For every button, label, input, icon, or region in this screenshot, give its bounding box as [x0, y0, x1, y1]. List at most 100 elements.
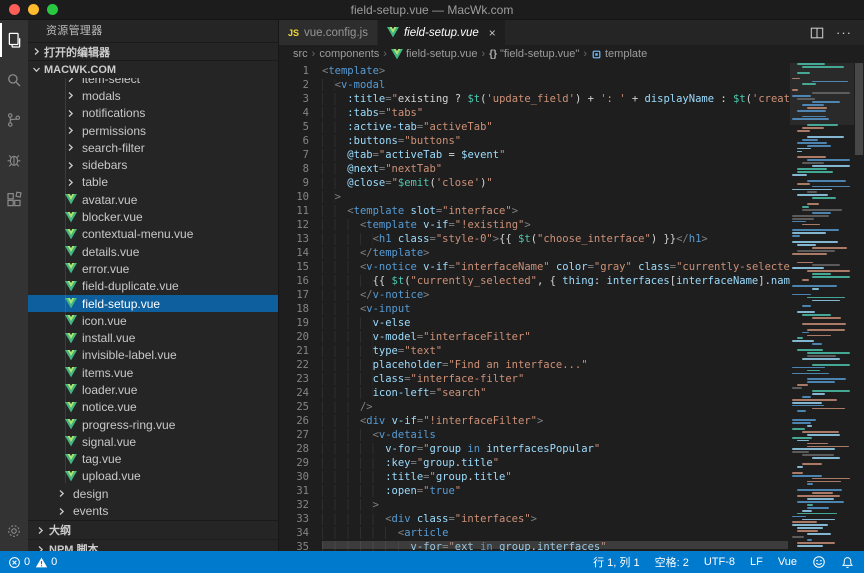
breadcrumb-item[interactable]: {}"field-setup.vue" [489, 48, 579, 60]
status-error-circle[interactable]: 0 [8, 556, 30, 569]
tab-vue-config-js[interactable]: JSvue.config.js [279, 20, 378, 45]
line-number: 22 [279, 358, 309, 372]
status-bar: 00 行 1, 列 1 空格: 2 UTF-8 LF Vue [0, 551, 864, 573]
code-lines: 1<template>2 <v-modal3 :title="existing … [279, 64, 790, 551]
line-number: 15 [279, 260, 309, 274]
close-window-button[interactable] [9, 4, 20, 15]
status-item[interactable]: 空格: 2 [655, 554, 689, 570]
breadcrumb-item[interactable]: field-setup.vue [391, 48, 478, 60]
more-actions-icon[interactable]: ··· [836, 26, 852, 39]
code-line: 2 <v-modal [279, 78, 790, 92]
code-line: 29 :key="group.title" [279, 456, 790, 470]
line-number: 34 [279, 526, 309, 540]
breadcrumb-item[interactable]: template [591, 48, 647, 60]
code-line: 22 placeholder="Find an interface..." [279, 358, 790, 372]
sidebar-pane-NPM 脚本[interactable]: NPM 脚本 [28, 540, 278, 551]
tree-item-label: field-setup.vue [82, 297, 160, 311]
horizontal-scrollbar-thumb[interactable] [322, 541, 788, 549]
breadcrumb-item[interactable]: components [319, 48, 379, 60]
vue-file-icon [387, 27, 399, 38]
activity-files-button[interactable] [0, 20, 28, 60]
tree-item-label: invisible-label.vue [82, 348, 177, 362]
breadcrumb-item[interactable]: src [293, 48, 308, 60]
vertical-scrollbar [854, 63, 864, 551]
editor-group: JSvue.config.jsfield-setup.vue×··· src›c… [278, 20, 864, 551]
split-editor-icon[interactable] [810, 26, 824, 40]
code-line: 4 :tabs="tabs" [279, 106, 790, 120]
line-number: 12 [279, 218, 309, 232]
tree-item-label: blocker.vue [82, 210, 143, 224]
breadcrumb-separator-icon: › [312, 48, 316, 60]
code-line: 18 <v-input [279, 302, 790, 316]
line-number: 16 [279, 274, 309, 288]
tree-item-label: notifications [82, 106, 145, 120]
open-editors-header[interactable]: 打开的编辑器 [28, 42, 278, 60]
code-line: 31 :open="true" [279, 484, 790, 498]
tree-item-label: icon.vue [82, 314, 127, 328]
files-icon [5, 31, 24, 50]
vertical-scrollbar-thumb[interactable] [855, 63, 863, 155]
status-item[interactable]: 行 1, 列 1 [593, 554, 639, 570]
open-editors-label: 打开的编辑器 [44, 44, 110, 60]
tab-field-setup-vue[interactable]: field-setup.vue× [378, 20, 506, 45]
extensions-icon [5, 191, 23, 209]
js-file-icon: JS [288, 28, 299, 38]
minimize-window-button[interactable] [28, 4, 39, 15]
line-number: 17 [279, 288, 309, 302]
code-line: 9 @close="$emit('close')" [279, 176, 790, 190]
minimap[interactable] [790, 63, 854, 551]
activity-search-button[interactable] [0, 60, 28, 100]
project-root-header[interactable]: MACWK.COM [28, 60, 278, 78]
indent-guide [65, 78, 66, 483]
activity-debug-button[interactable] [0, 140, 28, 180]
vscode-window: field-setup.vue — MacWk.com 资源管理器 打开的编辑器… [0, 0, 864, 573]
line-number: 24 [279, 386, 309, 400]
activity-extensions-button[interactable] [0, 180, 28, 220]
code-line: 3 :title="existing ? $t('update_field') … [279, 92, 790, 106]
code-editor[interactable]: 1<template>2 <v-modal3 :title="existing … [279, 63, 864, 551]
code-line: 30 :title="group.title" [279, 470, 790, 484]
breadcrumb-separator-icon: › [482, 48, 486, 60]
tree-item-design[interactable]: design [28, 485, 278, 502]
code-line: 33 <div class="interfaces"> [279, 512, 790, 526]
tree-item-label: permissions [82, 124, 146, 138]
tree-item-events[interactable]: events [28, 502, 278, 519]
file-tree-viewport: item-selectmodalsnotificationspermission… [28, 78, 278, 520]
bell-icon[interactable] [841, 556, 854, 569]
line-number: 28 [279, 442, 309, 456]
status-item[interactable]: LF [750, 556, 763, 568]
code-line: 26 <div v-if="!interfaceFilter"> [279, 414, 790, 428]
code-line: 8 @next="nextTab" [279, 162, 790, 176]
status-problems[interactable]: 00 [8, 556, 57, 569]
breadcrumb-separator-icon: › [383, 48, 387, 60]
tree-item-label: sidebars [82, 158, 127, 172]
code-line: 32 > [279, 498, 790, 512]
line-number: 25 [279, 400, 309, 414]
line-number: 1 [279, 64, 309, 78]
tree-item-label: progress-ring.vue [82, 418, 175, 432]
line-number: 9 [279, 176, 309, 190]
activity-source-control-button[interactable] [0, 100, 28, 140]
status-warning-triangle[interactable]: 0 [35, 556, 57, 569]
line-number: 4 [279, 106, 309, 120]
line-number: 27 [279, 428, 309, 442]
sidebar-pane-大纲[interactable]: 大纲 [28, 521, 278, 540]
code-line: 1<template> [279, 64, 790, 78]
tree-item-label: error.vue [82, 262, 129, 276]
code-line: 25 /> [279, 400, 790, 414]
maximize-window-button[interactable] [47, 4, 58, 15]
status-item[interactable]: UTF-8 [704, 556, 735, 568]
line-number: 5 [279, 120, 309, 134]
line-number: 10 [279, 190, 309, 204]
tree-item-label: tag.vue [82, 452, 121, 466]
sidebar-explorer: 资源管理器 打开的编辑器 MACWK.COM item-selectmodals… [28, 20, 278, 551]
code-line: 10 > [279, 190, 790, 204]
feedback-smiley-icon[interactable] [812, 555, 826, 569]
tree-item-label: modals [82, 89, 121, 103]
status-item[interactable]: Vue [778, 556, 797, 568]
title-bar: field-setup.vue — MacWk.com [0, 0, 864, 20]
status-right: 行 1, 列 1 空格: 2 UTF-8 LF Vue [593, 554, 854, 570]
close-icon[interactable]: × [489, 27, 496, 39]
activity-gear-button[interactable] [0, 511, 28, 551]
file-tree: item-selectmodalsnotificationspermission… [28, 78, 278, 520]
